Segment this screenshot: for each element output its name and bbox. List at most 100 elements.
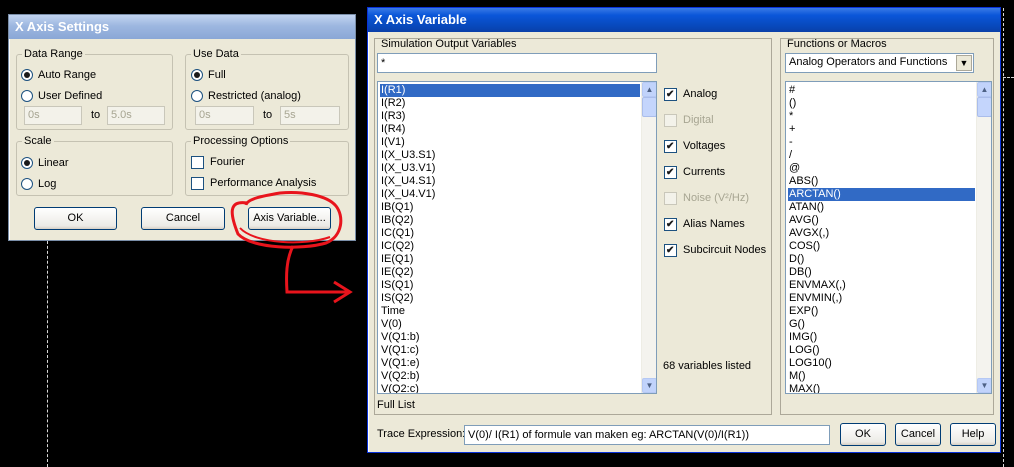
list-item[interactable]: V(Q1:e) bbox=[380, 357, 640, 370]
list-item[interactable]: G() bbox=[788, 318, 975, 331]
use-data-to-input[interactable]: 5s bbox=[280, 106, 340, 125]
list-item[interactable]: - bbox=[788, 136, 975, 149]
log-radio[interactable]: Log bbox=[21, 176, 56, 192]
chevron-down-icon[interactable]: ▼ bbox=[956, 55, 972, 71]
list-item[interactable]: IB(Q2) bbox=[380, 214, 640, 227]
scroll-thumb[interactable] bbox=[642, 97, 656, 117]
list-item[interactable]: AVGX(,) bbox=[788, 227, 975, 240]
list-item[interactable]: I(X_U3.V1) bbox=[380, 162, 640, 175]
scroll-down-icon[interactable]: ▼ bbox=[642, 378, 656, 393]
functions-dropdown[interactable]: Analog Operators and Functions ▼ bbox=[785, 53, 974, 73]
list-item[interactable]: V(Q1:b) bbox=[380, 331, 640, 344]
list-item[interactable]: IE(Q1) bbox=[380, 253, 640, 266]
digital-checkbox[interactable]: Digital bbox=[664, 112, 714, 128]
list-item[interactable]: V(Q1:c) bbox=[380, 344, 640, 357]
variables-scrollbar[interactable]: ▲ ▼ bbox=[641, 82, 656, 393]
list-item[interactable]: I(R3) bbox=[380, 110, 640, 123]
list-item[interactable]: @ bbox=[788, 162, 975, 175]
scroll-thumb[interactable] bbox=[977, 97, 991, 117]
functions-label: Functions or Macros bbox=[787, 38, 887, 50]
variable-filter-input[interactable]: * bbox=[377, 53, 657, 73]
list-item[interactable]: M() bbox=[788, 370, 975, 383]
list-item[interactable]: LOG() bbox=[788, 344, 975, 357]
scroll-up-icon[interactable]: ▲ bbox=[977, 82, 991, 97]
list-item[interactable]: IMG() bbox=[788, 331, 975, 344]
axis-variable-help-button[interactable]: Help bbox=[950, 423, 996, 446]
use-data-legend: Use Data bbox=[193, 48, 239, 60]
axis-variable-button[interactable]: Axis Variable... bbox=[248, 207, 331, 230]
list-item[interactable]: I(R1) bbox=[380, 84, 640, 97]
axis-variable-cancel-button[interactable]: Cancel bbox=[895, 423, 941, 446]
voltages-checkbox-box bbox=[664, 139, 677, 153]
list-item[interactable]: * bbox=[788, 110, 975, 123]
list-item[interactable]: MAX() bbox=[788, 383, 975, 393]
list-item[interactable]: / bbox=[788, 149, 975, 162]
alias-names-checkbox[interactable]: Alias Names bbox=[664, 216, 745, 232]
log-label: Log bbox=[38, 178, 57, 190]
list-item[interactable]: IS(Q2) bbox=[380, 292, 640, 305]
list-item[interactable]: V(Q2:c) bbox=[380, 383, 640, 393]
list-item[interactable]: ENVMIN(,) bbox=[788, 292, 975, 305]
list-item[interactable]: Time bbox=[380, 305, 640, 318]
functions-scrollbar[interactable]: ▲ ▼ bbox=[976, 82, 991, 393]
voltages-checkbox[interactable]: Voltages bbox=[664, 138, 725, 154]
list-item[interactable]: IB(Q1) bbox=[380, 201, 640, 214]
analog-checkbox[interactable]: Analog bbox=[664, 86, 717, 102]
list-item[interactable]: I(X_U4.S1) bbox=[380, 175, 640, 188]
list-item[interactable]: AVG() bbox=[788, 214, 975, 227]
noise-checkbox[interactable]: Noise (V²/Hz) bbox=[664, 190, 749, 206]
list-item[interactable]: COS() bbox=[788, 240, 975, 253]
list-item[interactable]: I(X_U4.V1) bbox=[380, 188, 640, 201]
list-item[interactable]: IE(Q2) bbox=[380, 266, 640, 279]
list-item[interactable]: IC(Q2) bbox=[380, 240, 640, 253]
axis-settings-cancel-button[interactable]: Cancel bbox=[141, 207, 225, 230]
functions-listbox[interactable]: # () * + - / @ ABS() ARCTAN() ATAN() AVG… bbox=[785, 81, 992, 394]
data-range-to-input[interactable]: 5.0s bbox=[107, 106, 165, 125]
list-item[interactable]: IC(Q1) bbox=[380, 227, 640, 240]
subcircuit-nodes-checkbox[interactable]: Subcircuit Nodes bbox=[664, 242, 766, 258]
axis-settings-ok-button[interactable]: OK bbox=[34, 207, 117, 230]
list-item[interactable]: V(0) bbox=[380, 318, 640, 331]
list-item[interactable]: () bbox=[788, 97, 975, 110]
axis-variable-ok-button[interactable]: OK bbox=[840, 423, 886, 446]
list-item[interactable]: I(X_U3.S1) bbox=[380, 149, 640, 162]
list-item[interactable]: I(V1) bbox=[380, 136, 640, 149]
scroll-up-icon[interactable]: ▲ bbox=[642, 82, 656, 97]
trace-expression-input[interactable]: V(0)/ I(R1) of formule van maken eg: ARC… bbox=[464, 425, 830, 445]
data-range-from-input[interactable]: 0s bbox=[24, 106, 82, 125]
performance-analysis-checkbox[interactable]: Performance Analysis bbox=[191, 175, 316, 191]
scroll-down-icon[interactable]: ▼ bbox=[977, 378, 991, 393]
list-item[interactable]: DB() bbox=[788, 266, 975, 279]
list-item[interactable]: EXP() bbox=[788, 305, 975, 318]
restricted-radio[interactable]: Restricted (analog) bbox=[191, 88, 301, 104]
axis-variable-titlebar[interactable]: X Axis Variable bbox=[368, 8, 1000, 32]
trace-expression-label: Trace Expression: bbox=[377, 428, 466, 440]
use-data-from-input[interactable]: 0s bbox=[195, 106, 254, 125]
list-item[interactable]: I(R4) bbox=[380, 123, 640, 136]
user-defined-radio[interactable]: User Defined bbox=[21, 88, 102, 104]
list-item[interactable]: ATAN() bbox=[788, 201, 975, 214]
restricted-radio-dot bbox=[191, 90, 203, 102]
full-radio[interactable]: Full bbox=[191, 67, 226, 83]
axis-settings-titlebar[interactable]: X Axis Settings bbox=[9, 15, 355, 39]
restricted-label: Restricted (analog) bbox=[208, 90, 301, 102]
list-item[interactable]: + bbox=[788, 123, 975, 136]
variables-count: 68 variables listed bbox=[663, 360, 752, 372]
list-item[interactable]: LOG10() bbox=[788, 357, 975, 370]
auto-range-radio[interactable]: Auto Range bbox=[21, 67, 96, 83]
list-item[interactable]: ENVMAX(,) bbox=[788, 279, 975, 292]
list-item[interactable]: # bbox=[788, 84, 975, 97]
list-item[interactable]: D() bbox=[788, 253, 975, 266]
subcircuit-nodes-label: Subcircuit Nodes bbox=[683, 244, 767, 256]
list-item[interactable]: V(Q2:b) bbox=[380, 370, 640, 383]
user-defined-radio-dot bbox=[21, 90, 33, 102]
fourier-checkbox[interactable]: Fourier bbox=[191, 154, 245, 170]
linear-radio[interactable]: Linear bbox=[21, 155, 69, 171]
list-item[interactable]: ABS() bbox=[788, 175, 975, 188]
list-item[interactable]: I(R2) bbox=[380, 97, 640, 110]
fourier-checkbox-box bbox=[191, 155, 204, 169]
variables-listbox[interactable]: I(R1) I(R2) I(R3) I(R4) I(V1) I(X_U3.S1)… bbox=[377, 81, 657, 394]
list-item[interactable]: ARCTAN() bbox=[788, 188, 975, 201]
list-item[interactable]: IS(Q1) bbox=[380, 279, 640, 292]
currents-checkbox[interactable]: Currents bbox=[664, 164, 725, 180]
